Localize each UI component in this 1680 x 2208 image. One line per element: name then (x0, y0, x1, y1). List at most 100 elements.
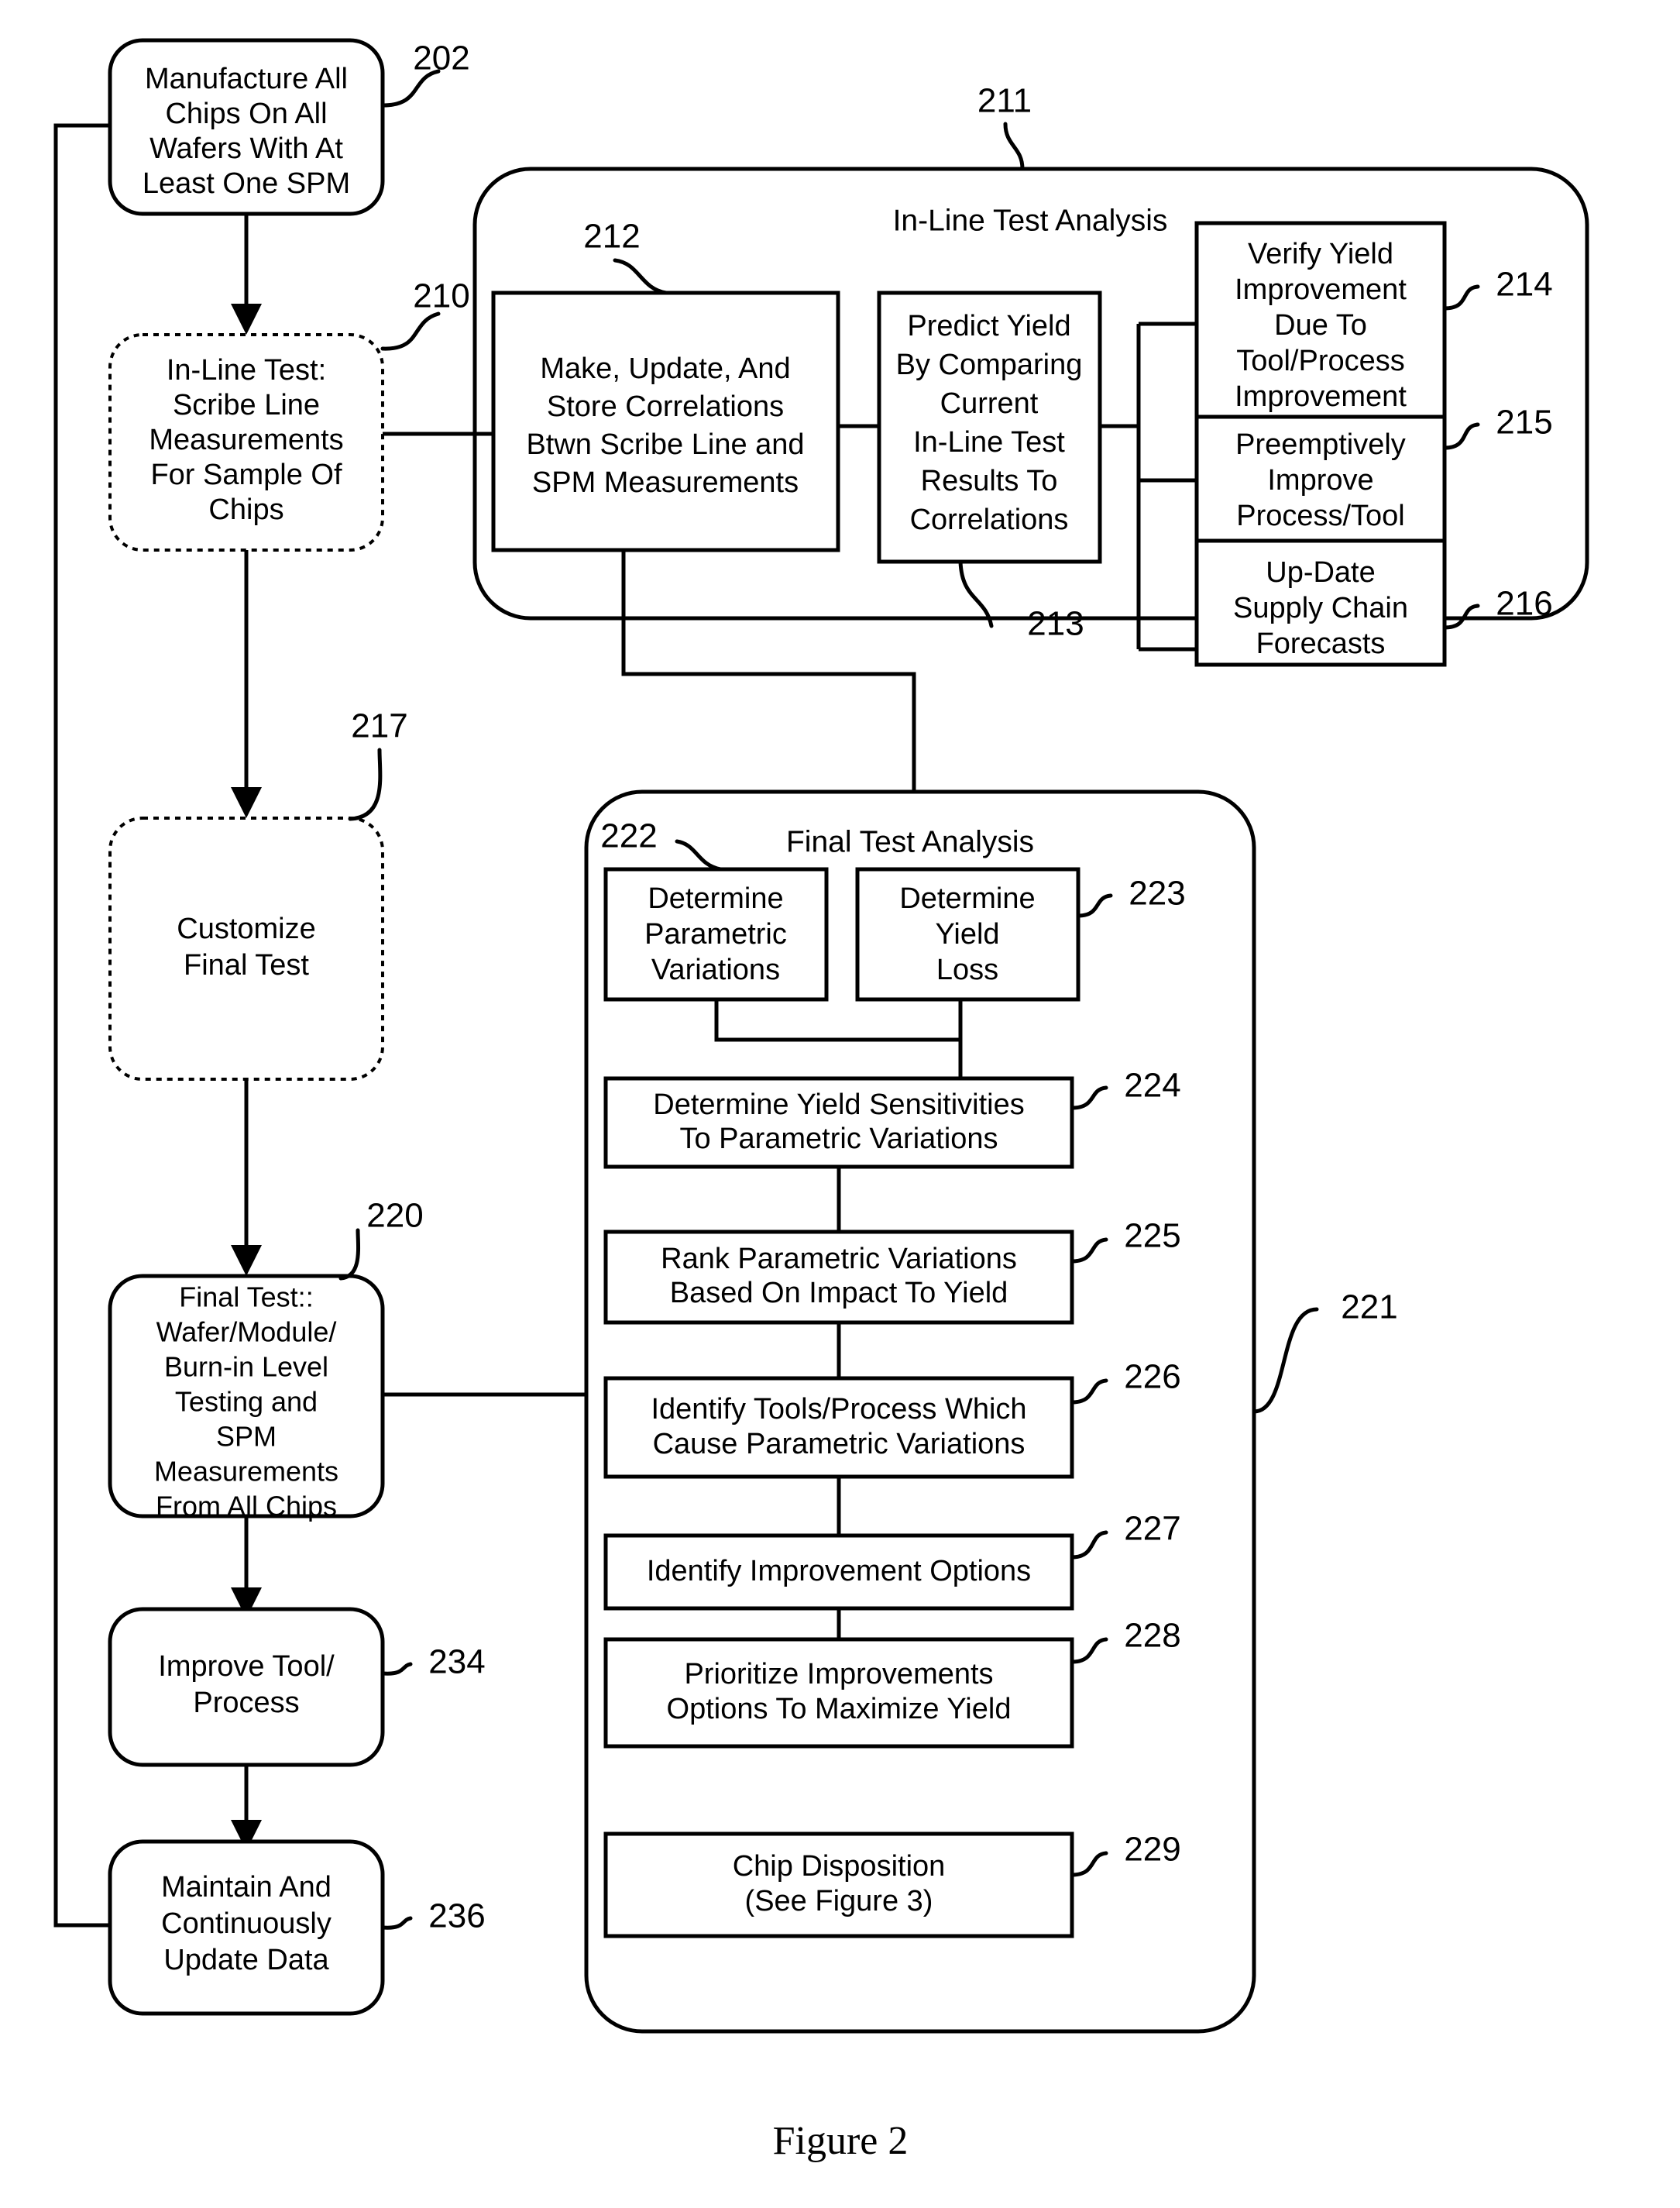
box-final-test-220-line-0: Final Test:: (179, 1281, 313, 1313)
box-identify-tools-226-line-1: Cause Parametric Variations (653, 1428, 1026, 1460)
ref-228: 228 (1124, 1617, 1180, 1655)
box-preemptively-improve-215-line-2: Process/Tool (1236, 500, 1405, 532)
box-maintain-update-236-line-0: Maintain And (161, 1871, 332, 1904)
arrowhead-210-to-217 (231, 787, 262, 818)
box-predict-yield-213-line-0: Predict Yield (907, 310, 1070, 342)
box-update-supply-chain-216-line-1: Supply Chain (1233, 592, 1408, 624)
box-prioritize-improvements-228-line-1: Options To Maximize Yield (667, 1693, 1012, 1725)
leader-214 (1442, 284, 1480, 311)
box-correlations-212-line-1: Store Correlations (547, 390, 784, 423)
box-final-test-220-line-2: Burn-in Level (164, 1351, 328, 1383)
inline-test-analysis-title: In-Line Test Analysis (893, 204, 1168, 237)
box-predict-yield-213-line-3: In-Line Test (913, 426, 1065, 459)
box-yield-sensitivities-224-line-1: To Parametric Variations (679, 1123, 998, 1155)
ref-229: 229 (1124, 1831, 1180, 1869)
ref-210: 210 (413, 277, 469, 315)
box-preemptively-improve-215-line-0: Preemptively (1235, 428, 1406, 461)
box-customize-final-test-217-line-0: Customize (177, 913, 316, 945)
figure-caption: Figure 2 (773, 2119, 909, 2163)
box-rank-parametric-225-line-0: Rank Parametric Variations (661, 1243, 1017, 1275)
ref-216: 216 (1496, 585, 1552, 623)
leader-229 (1070, 1851, 1108, 1877)
box-determine-parametric-222-line-1: Parametric (644, 918, 787, 951)
ref-227: 227 (1124, 1510, 1180, 1548)
leader-223 (1076, 893, 1113, 918)
ref-223: 223 (1129, 875, 1185, 913)
box-manufacture-202-line-2: Wafers With At (149, 132, 343, 165)
leader-226 (1070, 1378, 1108, 1405)
ref-217: 217 (351, 707, 407, 745)
box-update-supply-chain-216-line-0: Up-Date (1266, 556, 1376, 589)
box-maintain-update-236-line-1: Continuously (161, 1907, 332, 1940)
box-final-test-220-line-3: Testing and (175, 1386, 318, 1418)
final-test-analysis-title: Final Test Analysis (786, 825, 1034, 858)
box-inline-test-210-line-0: In-Line Test: (167, 354, 326, 387)
leader-220 (338, 1228, 361, 1281)
ref-220: 220 (366, 1197, 423, 1235)
box-determine-parametric-222-line-2: Variations (651, 954, 780, 986)
box-manufacture-202-line-0: Manufacture All (145, 63, 348, 95)
leader-234 (380, 1662, 413, 1676)
box-update-supply-chain-216-line-2: Forecasts (1256, 628, 1386, 660)
box-identify-tools-226-line-0: Identify Tools/Process Which (651, 1393, 1026, 1426)
box-customize-final-test-217-line-1: Final Test (184, 949, 309, 982)
box-verify-yield-214-line-4: Improvement (1235, 380, 1407, 413)
box-determine-yield-loss-223-line-2: Loss (936, 954, 998, 986)
box-final-test-220-line-1: Wafer/Module/ (156, 1316, 337, 1348)
box-improve-tool-process-234-line-0: Improve Tool/ (158, 1650, 335, 1683)
ref-213: 213 (1027, 605, 1084, 643)
box-rank-parametric-225-line-1: Based On Impact To Yield (670, 1277, 1008, 1309)
box-verify-yield-214-line-0: Verify Yield (1248, 238, 1393, 270)
leader-222 (675, 839, 723, 872)
leader-236 (380, 1916, 413, 1930)
arrowhead-202-to-210 (231, 304, 262, 335)
arrowhead-217-to-220 (231, 1245, 262, 1276)
box-correlations-212-line-2: Btwn Scribe Line and (526, 428, 804, 461)
leader-224 (1070, 1085, 1108, 1110)
box-inline-test-210-line-4: Chips (208, 494, 283, 526)
box-final-test-220-line-5: Measurements (154, 1456, 338, 1487)
box-chip-disposition-229-line-1: (See Figure 3) (745, 1885, 933, 1917)
ref-234: 234 (428, 1643, 485, 1681)
box-yield-sensitivities-224-line-0: Determine Yield Sensitivities (653, 1089, 1024, 1121)
box-correlations-212-line-0: Make, Update, And (540, 353, 790, 385)
ref-226: 226 (1124, 1358, 1180, 1396)
patent-figure-2: In-Line Test Analysis 211 Final Test Ana… (0, 0, 1680, 2208)
leader-210 (380, 311, 441, 351)
leader-227 (1070, 1530, 1108, 1560)
box-verify-yield-214-line-2: Due To (1274, 309, 1367, 342)
leader-217 (348, 748, 383, 821)
box-verify-yield-214-line-1: Improvement (1235, 273, 1407, 306)
ref-212: 212 (583, 218, 640, 256)
flowchart-svg: In-Line Test Analysis 211 Final Test Ana… (53, 38, 1589, 2163)
leader-225 (1070, 1237, 1108, 1264)
box-determine-yield-loss-223-line-0: Determine (899, 882, 1035, 915)
box-manufacture-202-line-1: Chips On All (165, 98, 327, 130)
box-maintain-update-236-line-2: Update Data (163, 1944, 329, 1976)
box-final-test-220-line-6: From All Chips (156, 1491, 337, 1522)
ref-214: 214 (1496, 266, 1552, 304)
box-verify-yield-214-line-3: Tool/Process (1236, 345, 1405, 377)
ref-202: 202 (413, 40, 469, 77)
box-determine-parametric-222-line-0: Determine (648, 882, 783, 915)
box-prioritize-improvements-228-line-0: Prioritize Improvements (684, 1658, 993, 1690)
box-preemptively-improve-215-line-1: Improve (1267, 464, 1373, 497)
ref-222: 222 (600, 817, 657, 855)
box-predict-yield-213-line-5: Correlations (910, 504, 1069, 536)
box-final-test-220-line-4: SPM (216, 1421, 277, 1453)
ref-236: 236 (428, 1897, 485, 1935)
leader-228 (1070, 1637, 1108, 1664)
box-predict-yield-213-line-1: By Comparing (896, 349, 1083, 381)
ref-225: 225 (1124, 1217, 1180, 1255)
connector-212-to-final-analysis (621, 550, 916, 792)
connector-222-bus (714, 999, 960, 1042)
box-manufacture-202-line-3: Least One SPM (143, 167, 350, 200)
leader-212 (613, 258, 668, 295)
leader-215 (1442, 422, 1480, 450)
box-predict-yield-213-line-4: Results To (921, 465, 1058, 497)
box-inline-test-210-line-1: Scribe Line (173, 389, 320, 421)
box-inline-test-210-line-2: Measurements (149, 424, 343, 456)
box-determine-yield-loss-223-line-1: Yield (935, 918, 999, 951)
box-predict-yield-213-line-2: Current (940, 387, 1039, 420)
ref-221: 221 (1341, 1288, 1397, 1326)
